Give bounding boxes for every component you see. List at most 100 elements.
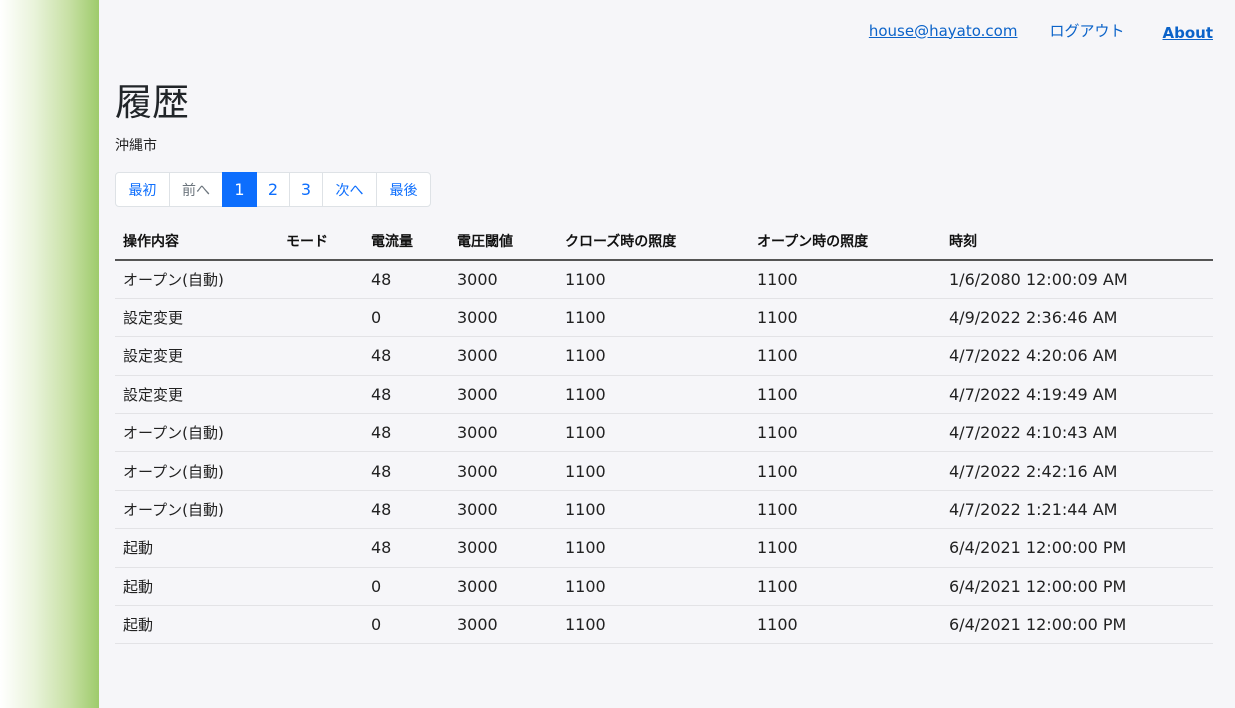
table-row: オープン(自動) 48 3000 1100 1100 4/7/2022 2:42:16 A…	[115, 451, 1213, 491]
cell-current: 48	[363, 490, 449, 530]
table-row: 起動 0 3000 1100 1100 6/4/2021 12:00:00 PM	[115, 605, 1213, 645]
cell-voltage-threshold: 3000	[449, 451, 557, 491]
cell-voltage-threshold: 3000	[449, 298, 557, 338]
cell-close-illuminance: 1100	[557, 528, 749, 568]
history-table: 操作内容 モード 電流量 電圧閾値 クローズ時の照度 オープン時の照度 時刻 オープン(自動…	[115, 223, 1213, 645]
cell-time: 4/9/2022 2:36:46 AM	[941, 298, 1213, 338]
cell-operation: 設定変更	[115, 336, 278, 376]
cell-open-illuminance: 1100	[749, 567, 941, 607]
cell-operation: 設定変更	[115, 298, 278, 338]
cell-voltage-threshold: 3000	[449, 375, 557, 415]
top-nav-links: house@hayato.com ログアウト About	[869, 20, 1213, 42]
cell-operation: オープン(自動)	[115, 260, 278, 299]
header-voltage-threshold: 電圧閾値	[449, 223, 557, 261]
page-content: 履歴 沖縄市 最初 前へ 1 2 3 次へ 最後 操作内容 モード 電流量 電圧閾値ク…	[115, 80, 1213, 645]
page-first-button[interactable]: 最初	[115, 172, 170, 207]
cell-close-illuminance: 1100	[557, 298, 749, 338]
cell-mode	[278, 336, 363, 376]
sidebar	[0, 0, 99, 708]
cell-open-illuminance: 1100	[749, 260, 941, 299]
cell-mode	[278, 260, 363, 299]
page-3-button[interactable]: 3	[289, 172, 323, 207]
cell-current: 48	[363, 451, 449, 491]
cell-mode	[278, 413, 363, 453]
cell-close-illuminance: 1100	[557, 413, 749, 453]
header-close-illuminance: クローズ時の照度	[557, 223, 749, 261]
cell-current: 48	[363, 528, 449, 568]
cell-voltage-threshold: 3000	[449, 490, 557, 530]
cell-time: 4/7/2022 2:42:16 AM	[941, 451, 1213, 491]
table-body: オープン(自動) 48 3000 1100 1100 1/6/2080 12:00:09 …	[115, 260, 1213, 645]
cell-voltage-threshold: 3000	[449, 605, 557, 645]
cell-operation: 設定変更	[115, 375, 278, 415]
cell-open-illuminance: 1100	[749, 528, 941, 568]
cell-mode	[278, 605, 363, 645]
header-time: 時刻	[941, 223, 1213, 261]
page-last-button[interactable]: 最後	[376, 172, 431, 207]
table-row: オープン(自動) 48 3000 1100 1100 1/6/2080 12:00:09 …	[115, 260, 1213, 299]
cell-open-illuminance: 1100	[749, 451, 941, 491]
cell-operation: 起動	[115, 528, 278, 568]
table-row: 設定変更 48 3000 1100 1100 4/7/2022 4:19:49 AM	[115, 375, 1213, 415]
table-row: オープン(自動) 48 3000 1100 1100 4/7/2022 1:21:44 A…	[115, 490, 1213, 530]
table-row: オープン(自動) 48 3000 1100 1100 4/7/2022 4:10:43 A…	[115, 413, 1213, 453]
cell-close-illuminance: 1100	[557, 490, 749, 530]
cell-voltage-threshold: 3000	[449, 336, 557, 376]
cell-time: 6/4/2021 12:00:00 PM	[941, 567, 1213, 607]
cell-close-illuminance: 1100	[557, 336, 749, 376]
cell-operation: オープン(自動)	[115, 451, 278, 491]
cell-voltage-threshold: 3000	[449, 528, 557, 568]
cell-operation: オープン(自動)	[115, 413, 278, 453]
cell-mode	[278, 567, 363, 607]
cell-time: 6/4/2021 12:00:00 PM	[941, 605, 1213, 645]
cell-mode	[278, 528, 363, 568]
about-link[interactable]: About	[1162, 24, 1213, 42]
table-row: 設定変更 48 3000 1100 1100 4/7/2022 4:20:06 AM	[115, 336, 1213, 376]
cell-operation: オープン(自動)	[115, 490, 278, 530]
table-header: 操作内容 モード 電流量 電圧閾値 クローズ時の照度 オープン時の照度 時刻	[115, 223, 1213, 261]
cell-time: 4/7/2022 4:19:49 AM	[941, 375, 1213, 415]
table-row: 起動 48 3000 1100 1100 6/4/2021 12:00:00 PM	[115, 528, 1213, 568]
cell-open-illuminance: 1100	[749, 413, 941, 453]
table-header-row: 操作内容 モード 電流量 電圧閾値 クローズ時の照度 オープン時の照度 時刻	[115, 223, 1213, 261]
cell-open-illuminance: 1100	[749, 490, 941, 530]
cell-close-illuminance: 1100	[557, 567, 749, 607]
cell-operation: 起動	[115, 567, 278, 607]
logout-link[interactable]: ログアウト	[1049, 20, 1124, 41]
cell-current: 48	[363, 260, 449, 299]
cell-current: 0	[363, 567, 449, 607]
cell-mode	[278, 298, 363, 338]
cell-open-illuminance: 1100	[749, 336, 941, 376]
header-open-illuminance: オープン時の照度	[749, 223, 941, 261]
user-email-link[interactable]: house@hayato.com	[869, 22, 1018, 40]
pagination: 最初 前へ 1 2 3 次へ 最後	[115, 172, 1213, 207]
page-prev-button: 前へ	[169, 172, 223, 207]
cell-time: 1/6/2080 12:00:09 AM	[941, 260, 1213, 299]
cell-current: 48	[363, 336, 449, 376]
cell-voltage-threshold: 3000	[449, 413, 557, 453]
cell-current: 0	[363, 298, 449, 338]
cell-open-illuminance: 1100	[749, 298, 941, 338]
header-mode: モード	[278, 223, 363, 261]
cell-voltage-threshold: 3000	[449, 260, 557, 299]
cell-time: 4/7/2022 4:10:43 AM	[941, 413, 1213, 453]
cell-open-illuminance: 1100	[749, 375, 941, 415]
page-2-button[interactable]: 2	[256, 172, 290, 207]
cell-time: 6/4/2021 12:00:00 PM	[941, 528, 1213, 568]
page-next-button[interactable]: 次へ	[322, 172, 377, 207]
cell-current: 48	[363, 375, 449, 415]
page-1-button[interactable]: 1	[222, 172, 257, 207]
cell-mode	[278, 451, 363, 491]
cell-open-illuminance: 1100	[749, 605, 941, 645]
cell-time: 4/7/2022 1:21:44 AM	[941, 490, 1213, 530]
header-operation: 操作内容	[115, 223, 278, 261]
top-navbar: house@hayato.com ログアウト About	[99, 0, 1235, 60]
cell-time: 4/7/2022 4:20:06 AM	[941, 336, 1213, 376]
cell-mode	[278, 375, 363, 415]
cell-close-illuminance: 1100	[557, 605, 749, 645]
cell-voltage-threshold: 3000	[449, 567, 557, 607]
header-current: 電流量	[363, 223, 449, 261]
cell-current: 0	[363, 605, 449, 645]
cell-operation: 起動	[115, 605, 278, 645]
table-row: 起動 0 3000 1100 1100 6/4/2021 12:00:00 PM	[115, 567, 1213, 607]
